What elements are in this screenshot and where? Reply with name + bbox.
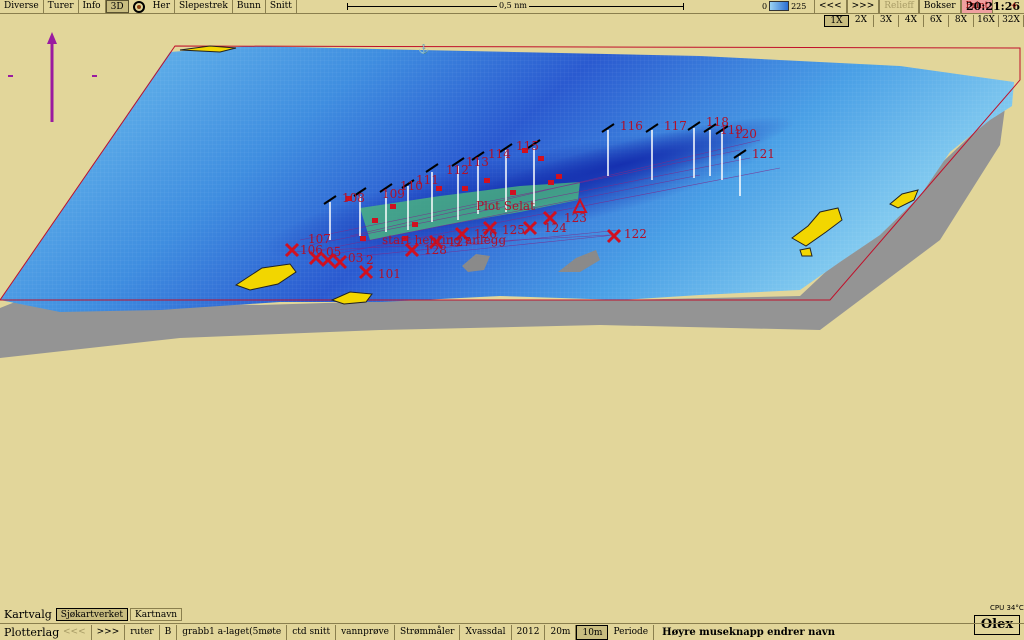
zoom-3x[interactable]: 3X	[874, 15, 899, 27]
plotterlag-title: Plotterlag	[4, 625, 60, 639]
relieff-button[interactable]: Relieff	[879, 0, 919, 13]
island	[799, 247, 813, 257]
plotterlag-next-button[interactable]: >>>	[92, 624, 126, 640]
diverse-button[interactable]: Diverse	[0, 0, 44, 13]
marker-label-124[interactable]: 124	[544, 222, 567, 234]
marker-label-111[interactable]: 111	[416, 174, 439, 186]
terrain-svg: ⚓	[0, 32, 1021, 358]
layer-grabb1[interactable]: grabb1 a-laget(5møte	[177, 624, 288, 640]
layer-ctd-snitt[interactable]: ctd snitt	[287, 624, 337, 640]
marker-label-101[interactable]: 101	[378, 268, 401, 280]
layer-strommaler[interactable]: Strømmåler	[395, 624, 461, 640]
marker-label-121[interactable]: 121	[752, 148, 775, 160]
marker-label-102[interactable]: 2	[366, 254, 374, 266]
her-button[interactable]: Her	[148, 0, 176, 13]
zoom-2x[interactable]: 2X	[849, 15, 874, 27]
slepestrek-button[interactable]: Slepestrek	[175, 0, 233, 13]
marker-label-113[interactable]: 113	[466, 156, 489, 168]
depth-gradient	[769, 1, 790, 11]
scale-bar: 0,5 nm	[347, 0, 684, 14]
zoom-1x[interactable]: 1X	[824, 15, 849, 27]
info-button[interactable]: Info	[78, 0, 106, 13]
marker-label-123[interactable]: 123	[564, 212, 587, 224]
layer-vannprove[interactable]: vannprøve	[336, 624, 395, 640]
north-arrow-icon	[8, 32, 97, 122]
depth-max: 225	[791, 1, 807, 11]
layer-ruter[interactable]: ruter	[125, 624, 160, 640]
3d-button[interactable]: 3D	[105, 0, 129, 13]
plotterlag-panel: Plotterlag <<< >>> ruter B grabb1 a-lage…	[0, 623, 1024, 640]
cpu-temperature: CPU 34°C	[990, 604, 1024, 612]
layer-2012[interactable]: 2012	[512, 624, 546, 640]
kartnavn-button[interactable]: Kartnavn	[130, 608, 183, 621]
scale-label: 0,5 nm	[497, 0, 530, 11]
marker-label-plot[interactable]: Plot Selat	[476, 200, 535, 212]
marker-label-114[interactable]: 114	[488, 148, 511, 160]
zoom-32x[interactable]: 32X	[999, 15, 1024, 27]
layer-xvassdal[interactable]: Xvassdal	[460, 624, 512, 640]
bunn-button[interactable]: Bunn	[232, 0, 266, 13]
layer-10m[interactable]: 10m	[576, 624, 609, 640]
svg-text:⚓: ⚓	[418, 43, 429, 55]
sjokartverket-button[interactable]: Sjøkartverket	[55, 608, 129, 621]
map-3d-view[interactable]: ⚓ 108 109 110 111 112 113 114 115 116 11…	[0, 28, 1024, 608]
snitt-button[interactable]: Snitt	[265, 0, 297, 13]
marker-label-103[interactable]: 03	[348, 252, 363, 264]
prev-button[interactable]: <<<	[814, 0, 847, 13]
bokser-button[interactable]: Bokser	[918, 0, 961, 13]
layer-20m[interactable]: 20m	[545, 624, 577, 640]
depth-min: 0	[762, 1, 768, 11]
plotterlag-prev-button[interactable]: <<<	[58, 624, 92, 640]
marker-label-116[interactable]: 116	[620, 120, 643, 132]
depth-legend[interactable]: 0 225	[762, 1, 806, 11]
zoom-selector: 1X 2X 3X 4X 6X 8X 16X 32X	[824, 15, 1024, 27]
marker-label-105[interactable]: 05	[326, 246, 341, 258]
zoom-6x[interactable]: 6X	[924, 15, 949, 27]
marker-label-106[interactable]: 106	[300, 244, 323, 256]
layer-b[interactable]: B	[160, 624, 178, 640]
kartvalg-title: Kartvalg	[4, 608, 52, 621]
zoom-4x[interactable]: 4X	[899, 15, 924, 27]
marker-label-122[interactable]: 122	[624, 228, 647, 240]
alarm-icon[interactable]: ✧	[1010, 2, 1018, 12]
marker-label-115[interactable]: 115	[516, 140, 539, 152]
status-hint: Høyre museknapp endrer navn	[662, 626, 836, 638]
marker-label-start[interactable]: start henting anlegg	[382, 234, 506, 246]
next-button[interactable]: >>>	[846, 0, 880, 13]
zoom-16x[interactable]: 16X	[974, 15, 999, 27]
turer-button[interactable]: Turer	[43, 0, 79, 13]
layer-periode[interactable]: Periode	[608, 624, 655, 640]
marker-label-117[interactable]: 117	[664, 120, 687, 132]
compass-icon[interactable]	[132, 0, 145, 13]
zoom-8x[interactable]: 8X	[949, 15, 974, 27]
marker-label-108[interactable]: 108	[342, 192, 365, 204]
marker-label-120[interactable]: 120	[734, 128, 757, 140]
kartvalg-panel: Kartvalg Sjøkartverket Kartnavn	[0, 607, 184, 622]
